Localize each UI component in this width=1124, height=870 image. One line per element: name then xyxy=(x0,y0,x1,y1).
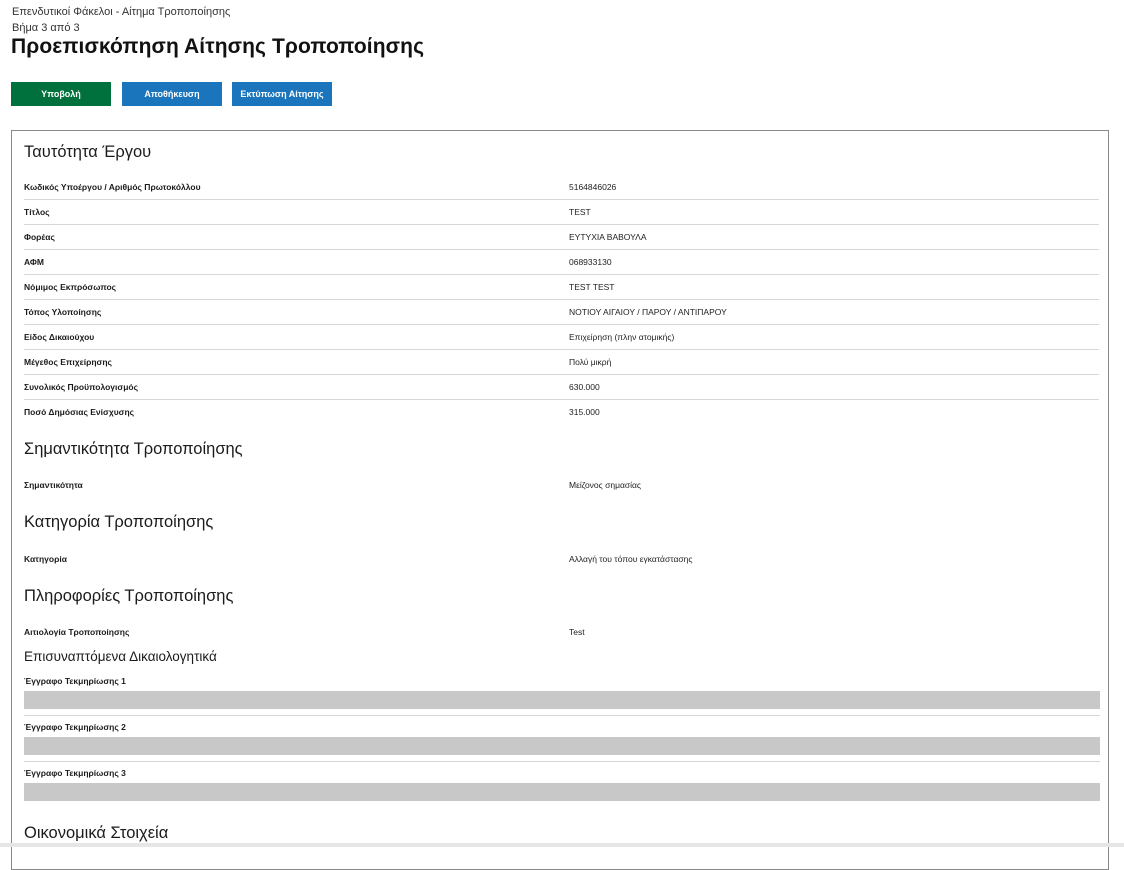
field-value: 630.000 xyxy=(569,381,600,392)
document-file-slot[interactable] xyxy=(24,783,1100,801)
field-label: Κωδικός Υποέργου / Αριθμός Πρωτοκόλλου xyxy=(24,181,201,192)
field-value: 5164846026 xyxy=(569,181,617,192)
divider xyxy=(24,715,1100,716)
field-label: Τίτλος xyxy=(24,206,50,217)
field-value: 068933130 xyxy=(569,256,612,267)
field-label: Σημαντικότητα xyxy=(24,479,83,490)
category-row: Κατηγορία Αλλαγή του τόπου εγκατάστασης xyxy=(24,546,1099,571)
field-label: Μέγεθος Επιχείρησης xyxy=(24,356,112,367)
print-application-button[interactable]: Εκτύπωση Αίτησης xyxy=(232,82,332,106)
table-row: Νόμιμος Εκπρόσωπος TEST TEST xyxy=(24,274,1099,300)
field-value: Επιχείρηση (πλην ατομικής) xyxy=(569,331,675,342)
project-identity-heading: Ταυτότητα Έργου xyxy=(24,143,152,161)
field-label: Τόπος Υλοποίησης xyxy=(24,306,102,317)
document-label: Έγγραφο Τεκμηρίωσης 2 xyxy=(24,722,126,732)
info-heading: Πληροφορίες Τροποποίησης xyxy=(24,587,234,605)
field-value: Μείζονος σημασίας xyxy=(569,479,642,490)
table-row: Είδος Δικαιούχου Επιχείρηση (πλην ατομικ… xyxy=(24,324,1099,350)
save-button[interactable]: Αποθήκευση xyxy=(122,82,222,106)
document-label: Έγγραφο Τεκμηρίωσης 3 xyxy=(24,768,126,778)
field-value: Αλλαγή του τόπου εγκατάστασης xyxy=(569,553,693,564)
field-value: ΝΟΤΙΟΥ ΑΙΓΑΙΟΥ / ΠΑΡΟΥ / ΑΝΤΙΠΑΡΟΥ xyxy=(569,306,727,317)
table-row: Κωδικός Υποέργου / Αριθμός Πρωτοκόλλου 5… xyxy=(24,174,1099,200)
table-row: Τίτλος TEST xyxy=(24,199,1099,225)
field-value: Πολύ μικρή xyxy=(569,356,612,367)
document-label: Έγγραφο Τεκμηρίωσης 1 xyxy=(24,676,126,686)
field-label: Αιτιολογία Τροποποίησης xyxy=(24,626,130,637)
field-value: ΕΥΤΥΧΙΑ ΒΑΒΟΥΛΑ xyxy=(569,231,647,242)
table-row: Φορέας ΕΥΤΥΧΙΑ ΒΑΒΟΥΛΑ xyxy=(24,224,1099,250)
field-label: Συνολικός Προϋπολογισμός xyxy=(24,381,139,392)
step-indicator: Βήμα 3 από 3 xyxy=(12,22,80,34)
field-label: Είδος Δικαιούχου xyxy=(24,331,95,342)
divider xyxy=(24,761,1100,762)
table-row: ΑΦΜ 068933130 xyxy=(24,249,1099,275)
table-row: Συνολικός Προϋπολογισμός 630.000 xyxy=(24,374,1099,400)
table-row: Ποσό Δημόσιας Ενίσχυσης 315.000 xyxy=(24,399,1099,424)
table-row: Τόπος Υλοποίησης ΝΟΤΙΟΥ ΑΙΓΑΙΟΥ / ΠΑΡΟΥ … xyxy=(24,299,1099,325)
field-label: ΑΦΜ xyxy=(24,256,44,267)
field-label: Νόμιμος Εκπρόσωπος xyxy=(24,281,117,292)
page-title: Προεπισκόπηση Αίτησης Τροποποίησης xyxy=(11,35,425,58)
field-value: 315.000 xyxy=(569,406,600,417)
field-label: Φορέας xyxy=(24,231,55,242)
info-row: Αιτιολογία Τροποποίησης Test xyxy=(24,619,1099,644)
field-value: TEST xyxy=(569,206,591,217)
significance-heading: Σημαντικότητα Τροποποίησης xyxy=(24,440,243,458)
field-label: Κατηγορία xyxy=(24,553,67,564)
preview-panel: Ταυτότητα Έργου Κωδικός Υποέργου / Αριθμ… xyxy=(11,130,1109,870)
category-heading: Κατηγορία Τροποποίησης xyxy=(24,513,214,531)
field-value: TEST TEST xyxy=(569,281,615,292)
attachments-heading: Επισυναπτόμενα Δικαιολογητικά xyxy=(24,649,217,664)
horizontal-scrollbar[interactable] xyxy=(0,843,1124,847)
breadcrumb: Επενδυτικοί Φάκελοι - Αίτημα Τροποποίηση… xyxy=(12,6,231,18)
submit-button[interactable]: Υποβολή xyxy=(11,82,111,106)
field-label: Ποσό Δημόσιας Ενίσχυσης xyxy=(24,406,135,417)
table-row: Μέγεθος Επιχείρησης Πολύ μικρή xyxy=(24,349,1099,375)
field-value: Test xyxy=(569,626,585,637)
document-file-slot[interactable] xyxy=(24,737,1100,755)
significance-row: Σημαντικότητα Μείζονος σημασίας xyxy=(24,472,1099,497)
document-file-slot[interactable] xyxy=(24,691,1100,709)
financial-heading: Οικονομικά Στοιχεία xyxy=(24,824,169,842)
